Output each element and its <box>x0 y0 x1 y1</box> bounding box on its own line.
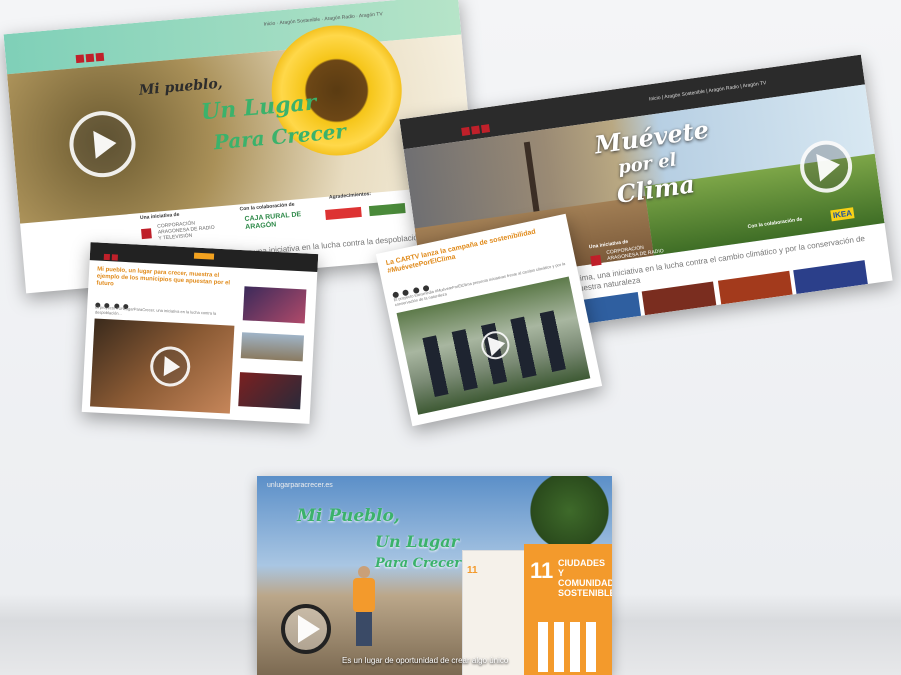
card3-play-button[interactable] <box>149 345 192 388</box>
card5-url: unlugarparacrecer.es <box>267 482 333 489</box>
card2-nav-item[interactable]: Inicio <box>649 95 661 103</box>
card3-headline: Mi pueblo, un lugar para crecer, muestra… <box>96 266 231 288</box>
person-orange-jacket-image <box>353 566 375 646</box>
city-icon <box>538 622 598 672</box>
tree-image <box>527 476 612 546</box>
card2-nav[interactable]: Inicio | Aragón Sostenible | Aragón Radi… <box>649 80 767 102</box>
card2-thumbnail[interactable] <box>793 260 869 294</box>
card2-nav-item[interactable]: Aragón TV <box>742 80 766 89</box>
card5-play-button[interactable] <box>281 604 331 654</box>
card3-logo <box>103 248 120 267</box>
card5-caption: Es un lugar de oportunidad de crear algo… <box>342 656 509 665</box>
card2-nav-item[interactable]: Aragón Sostenible <box>664 89 705 101</box>
card1-collab-org: CAJA RURAL DE ARAGÓN <box>244 211 302 232</box>
card1-sponsor-caption: Una iniciativa de <box>139 211 180 222</box>
card2-thumbnail[interactable] <box>642 281 717 316</box>
card1-title-line1: Mi pueblo, <box>138 75 224 99</box>
card2-nav-item[interactable]: Aragón Radio <box>708 84 739 94</box>
card1-thanks-logos <box>325 200 407 225</box>
card1-nav-item[interactable]: Aragón TV <box>359 11 383 19</box>
card1-sponsor-logo: CORPORACIÓN ARAGONESA DE RADIO Y TELEVIS… <box>141 218 219 243</box>
card-video-frame[interactable]: unlugarparacrecer.es Mi Pueblo, Un Lugar… <box>257 476 612 675</box>
card3-active-tab[interactable] <box>193 252 215 260</box>
card3-sidebar-thumb[interactable] <box>240 332 305 362</box>
card1-nav-item[interactable]: Aragón Sostenible <box>279 17 320 27</box>
card1-nav-item[interactable]: Aragón Radio <box>324 14 355 23</box>
card5-title-line3: Para Crecer <box>375 556 462 571</box>
card1-nav[interactable]: Inicio · Aragón Sostenible · Aragón Radi… <box>263 11 383 27</box>
sdg-cube-side-number: 11 <box>467 565 478 576</box>
card1-sponsor-org: CORPORACIÓN ARAGONESA DE RADIO Y TELEVIS… <box>157 220 215 242</box>
sdg-cube-text: CIUDADES Y COMUNIDADES SOSTENIBLES <box>558 558 612 598</box>
card2-collab-org: IKEA <box>830 207 855 222</box>
card5-title-line1: Mi Pueblo, <box>297 506 400 526</box>
dead-tree-image <box>523 141 540 212</box>
card5-title-line2: Un Lugar <box>375 532 460 551</box>
card3-sidebar-thumb[interactable] <box>242 286 307 324</box>
sdg-cube-number: 11 <box>530 558 554 583</box>
card1-play-button[interactable] <box>66 108 139 180</box>
card2-thumbnail[interactable] <box>717 270 793 305</box>
card3-sidebar-thumb[interactable] <box>238 372 302 410</box>
card3-video-thumbnail[interactable] <box>90 318 235 414</box>
card1-nav-item[interactable]: Inicio <box>263 21 275 28</box>
card-news-article-1[interactable]: Mi pueblo, un lugar para crecer, muestra… <box>81 242 319 424</box>
